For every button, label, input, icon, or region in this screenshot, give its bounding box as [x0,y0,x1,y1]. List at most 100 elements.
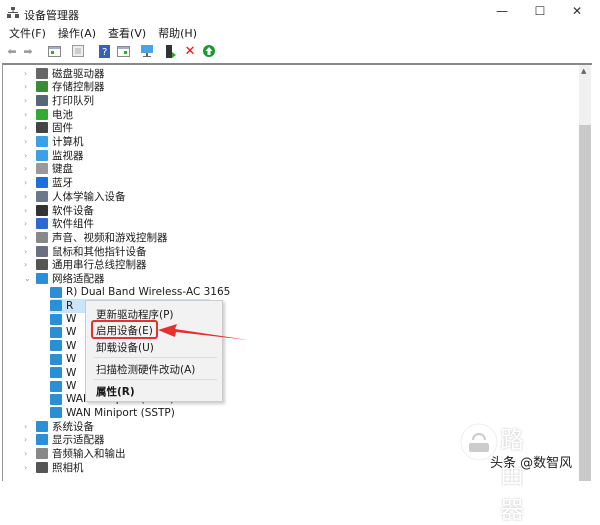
maximize-button[interactable]: ☐ [530,4,550,20]
network-adapter-item[interactable]: W [50,366,76,380]
expand-chevron-icon[interactable]: › [24,110,32,119]
properties-icon[interactable] [71,45,85,58]
tree-item[interactable]: › 显示适配器 [24,433,105,447]
expand-chevron-icon[interactable]: › [24,137,32,146]
tree-item-label: W [66,353,77,366]
vertical-scrollbar[interactable]: ▲ [579,65,591,481]
tree-item[interactable]: › 监视器 [24,148,84,162]
expand-chevron-icon[interactable]: › [24,219,32,228]
expand-chevron-icon[interactable]: › [24,123,32,132]
tree-item[interactable]: › 磁盘驱动器 [24,66,105,80]
battery-icon [36,108,48,120]
network-adapter-icon [50,353,62,365]
update-driver-icon[interactable] [164,44,178,58]
network-adapter-icon [50,367,62,379]
network-adapter-icon [50,326,62,338]
network-adapter-item[interactable]: WAN Miniport (SSTP) [50,406,175,420]
show-hide-console-icon[interactable] [47,45,61,58]
expand-chevron-icon[interactable]: › [24,422,32,431]
back-icon[interactable]: ⬅ [5,45,19,58]
expand-chevron-icon[interactable]: › [24,260,32,269]
menu-separator [93,379,217,380]
network-adapter-icon [50,340,62,352]
scan-hardware-icon[interactable] [140,45,154,58]
menu-item-properties[interactable]: 属性(R) [96,384,135,399]
menu-action[interactable]: 操作(A) [49,25,96,41]
tree-item[interactable]: › 打印队列 [24,93,94,107]
network-adapter-item[interactable]: W [50,352,76,366]
expand-chevron-icon[interactable]: › [24,178,32,187]
action-pane-icon[interactable] [116,45,130,58]
network-adapter-item[interactable]: R) Dual Band Wireless-AC 3165 [50,285,230,299]
tree-item[interactable]: › 蓝牙 [24,176,73,190]
network-adapter-item[interactable]: W [50,325,76,339]
expand-chevron-icon[interactable]: › [24,192,32,201]
tree-item[interactable]: › 通用串行总线控制器 [24,258,147,272]
tree-item[interactable]: › 声音、视频和游戏控制器 [24,230,168,244]
tree-item-label: R) Dual Band Wireless-AC 3165 [66,286,231,299]
tree-item[interactable]: › 键盘 [24,162,73,176]
expand-chevron-icon[interactable]: › [24,96,32,105]
minimize-button[interactable]: — [492,4,512,20]
network-adapter-item[interactable]: W [50,339,76,353]
tree-item[interactable]: › 软件设备 [24,203,94,217]
expand-chevron-icon[interactable]: › [24,164,32,173]
scrollbar-thumb[interactable] [579,125,591,481]
uninstall-icon[interactable]: ✕ [183,44,197,59]
menu-item-enable-device[interactable]: 启用设备(E) [96,323,153,338]
expand-chevron-icon[interactable]: › [24,463,32,472]
menu-view[interactable]: 查看(V) [99,25,146,41]
monitor-icon [36,149,48,161]
tree-item[interactable]: › 固件 [24,121,73,135]
firmware-icon [36,122,48,134]
tree-item[interactable]: › 电池 [24,107,73,121]
title-bar: 设备管理器 — ☐ ✕ [0,0,600,26]
usb-icon [36,259,48,271]
tree-item-label: W [66,366,77,379]
tree-item[interactable]: ⌄ 网络适配器 [24,272,105,286]
expand-chevron-icon[interactable]: › [24,449,32,458]
scroll-up-icon[interactable]: ▲ [581,67,586,75]
tree-item[interactable]: › 音频输入和输出 [24,447,126,461]
tree-item[interactable]: › 系统设备 [24,419,94,433]
menu-separator [93,357,217,358]
tree-item[interactable]: › 存储控制器 [24,80,105,94]
network-adapter-item[interactable]: W [50,379,76,393]
expand-chevron-icon[interactable]: › [24,206,32,215]
menu-item-uninstall-device[interactable]: 卸载设备(U) [96,340,154,355]
tree-item-label: W [66,326,77,339]
tree-item[interactable]: › 软件组件 [24,217,94,231]
forward-icon[interactable]: ➡ [21,45,35,58]
expand-chevron-icon[interactable]: › [24,233,32,242]
expand-chevron-icon[interactable]: › [24,82,32,91]
expand-chevron-icon[interactable]: › [24,247,32,256]
expand-chevron-icon[interactable]: › [24,435,32,444]
menu-item-scan-hardware[interactable]: 扫描检测硬件改动(A) [96,362,195,377]
watermark-brand: 路由器 [500,426,524,524]
help-icon[interactable]: ? [97,44,111,58]
menu-bar: 文件(F) 操作(A) 查看(V) 帮助(H) [0,25,200,41]
collapse-chevron-icon[interactable]: ⌄ [24,274,32,283]
software-device-icon [36,204,48,216]
disk-icon [36,67,48,79]
keyboard-icon [36,163,48,175]
bluetooth-icon [36,177,48,189]
tree-item[interactable]: › 人体学输入设备 [24,189,126,203]
computer-icon [36,136,48,147]
tree-item[interactable]: › 照相机 [24,460,84,474]
expand-chevron-icon[interactable]: › [24,69,32,78]
close-button[interactable]: ✕ [567,4,587,20]
network-adapter-item[interactable]: W [50,312,76,326]
enable-device-icon[interactable] [202,45,216,58]
tree-item-label: 网络适配器 [52,273,105,285]
menu-file[interactable]: 文件(F) [0,25,46,41]
camera-icon [36,461,48,473]
tree-item[interactable]: › 计算机 [24,135,84,149]
tree-item-label: 照相机 [52,461,84,474]
tree-item[interactable]: › 鼠标和其他指针设备 [24,244,147,258]
expand-chevron-icon[interactable]: › [24,151,32,160]
menu-help[interactable]: 帮助(H) [149,25,197,41]
watermark-caption: 头条 @数智风 [490,456,573,471]
red-arrow-annotation [158,324,248,340]
network-adapter-icon [50,407,62,419]
